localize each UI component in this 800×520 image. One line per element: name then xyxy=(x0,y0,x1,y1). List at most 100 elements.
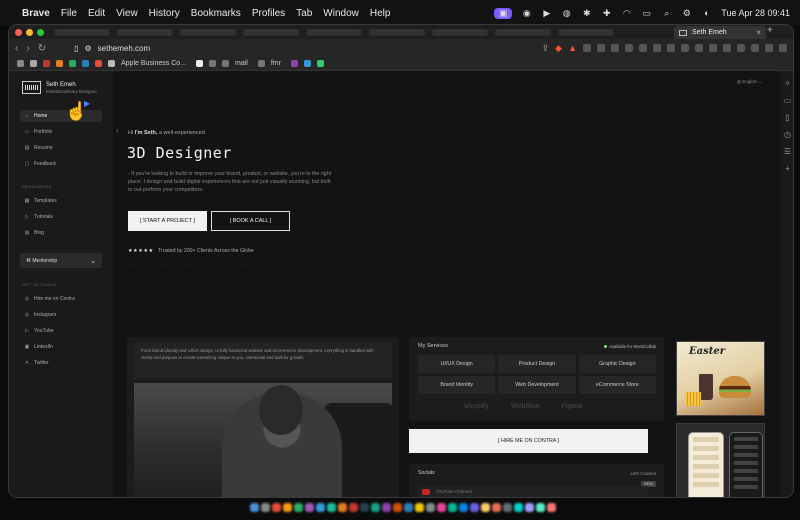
fullscreen-window-button[interactable] xyxy=(37,28,44,36)
sidebar-item-resume[interactable]: ▤ Resume xyxy=(20,142,102,154)
sidebar-item-twitter[interactable]: ✕ Twitter xyxy=(20,357,102,369)
battery-icon[interactable]: ▭ xyxy=(641,8,652,19)
sidebar-item-instagram[interactable]: ◎ Instagram xyxy=(20,309,102,321)
start-project-button[interactable]: [ START A PROJECT ] xyxy=(128,211,207,231)
bookmark-icon[interactable] xyxy=(95,60,102,67)
menu-profiles[interactable]: Profiles xyxy=(252,8,285,19)
sidebar-item-blog[interactable]: ▤ Blog xyxy=(20,227,102,239)
tab-blurred[interactable] xyxy=(243,28,299,36)
bookmark-mail[interactable]: mail xyxy=(235,60,248,67)
profile-header[interactable]: Seth Emeh Multidisciplinary Designer xyxy=(22,81,100,94)
clock[interactable]: Tue Apr 28 09:41 xyxy=(721,8,790,18)
menu-view[interactable]: View xyxy=(116,8,138,19)
extension-icon[interactable] xyxy=(681,44,689,52)
url-text[interactable]: sethemeh.com xyxy=(98,44,150,53)
menu-app-name[interactable]: Brave xyxy=(22,8,50,19)
bookmark-icon[interactable] xyxy=(17,60,24,67)
bookmark-fmr[interactable]: fmr xyxy=(271,60,281,67)
minimize-window-button[interactable] xyxy=(26,28,33,36)
sidebar-item-linkedin[interactable]: ▣ LinkedIn xyxy=(20,341,102,353)
extension-icon[interactable] xyxy=(583,44,591,52)
dock-app-icon[interactable] xyxy=(470,502,479,512)
tab-blurred[interactable] xyxy=(432,28,488,36)
extension-icon[interactable] xyxy=(611,44,619,52)
tab-blurred[interactable] xyxy=(306,28,362,36)
dock-app-icon[interactable] xyxy=(547,502,556,512)
dock-app-icon[interactable] xyxy=(426,502,435,512)
dock-app-icon[interactable] xyxy=(525,502,534,512)
dock-app-icon[interactable] xyxy=(272,502,281,512)
siri-icon[interactable]: ◐ xyxy=(701,8,712,19)
record-icon[interactable]: ◉ xyxy=(521,8,532,19)
tab-blurred[interactable] xyxy=(180,28,236,36)
close-tab-icon[interactable]: × xyxy=(756,28,761,37)
extension-icon[interactable] xyxy=(737,44,745,52)
collapse-sidebar-icon[interactable]: ‹ xyxy=(116,126,119,135)
dock-app-icon[interactable] xyxy=(492,502,501,512)
bookmarks-panel-icon[interactable]: ▯ xyxy=(785,113,789,122)
wifi-icon[interactable]: ◠ xyxy=(621,8,632,19)
extension-icon[interactable] xyxy=(625,44,633,52)
sidebar-item-feedback[interactable]: ▢ Feedback xyxy=(20,158,102,170)
app-mockup-thumbnail[interactable] xyxy=(676,423,765,497)
lets-connect-link[interactable]: Let's Connect xyxy=(631,471,656,476)
playlist-icon[interactable]: ☰ xyxy=(784,147,791,156)
service-uiux[interactable]: UI/UX Design xyxy=(418,355,496,373)
service-brand-identity[interactable]: Brand Identity xyxy=(418,376,496,394)
language-selector[interactable]: ◍ English ⌄ xyxy=(737,79,762,85)
dock-app-icon[interactable] xyxy=(360,502,369,512)
dock-app-icon[interactable] xyxy=(404,502,413,512)
service-graphic-design[interactable]: Graphic Design xyxy=(578,355,656,373)
hire-me-contra-button[interactable]: [ HIRE ME ON CONTRA ] xyxy=(409,429,648,453)
menu-help[interactable]: Help xyxy=(370,8,391,19)
menu-window[interactable]: Window xyxy=(323,8,359,19)
menu-file[interactable]: File xyxy=(61,8,77,19)
share-icon[interactable]: ⇪ xyxy=(542,43,550,54)
extension-icon[interactable] xyxy=(667,44,675,52)
dock-app-icon[interactable] xyxy=(371,502,380,512)
screen-recording-icon[interactable]: ▣ xyxy=(494,7,513,19)
bookmark-icon[interactable] xyxy=(195,60,203,67)
dock-app-icon[interactable] xyxy=(250,502,259,512)
bookmark-icon[interactable] xyxy=(290,60,298,67)
folder-icon[interactable] xyxy=(208,60,216,67)
menu-history[interactable]: History xyxy=(149,8,180,19)
sidebar-item-contra[interactable]: ◎ Hire me on Contra xyxy=(20,293,102,305)
folder-icon[interactable] xyxy=(257,60,265,67)
bluetooth-icon[interactable]: ✱ xyxy=(581,8,592,19)
dock-app-icon[interactable] xyxy=(536,502,545,512)
reload-icon[interactable]: ↻ xyxy=(38,43,46,54)
service-product-design[interactable]: Product Design xyxy=(498,355,576,373)
extension-icon[interactable] xyxy=(597,44,605,52)
active-tab[interactable]: Seth Emeh × xyxy=(674,26,766,39)
bookmark-icon[interactable] xyxy=(69,60,76,67)
back-icon[interactable]: ‹ xyxy=(15,43,18,54)
extension-icon[interactable] xyxy=(723,44,731,52)
menu-edit[interactable]: Edit xyxy=(88,8,105,19)
extension-icon[interactable] xyxy=(639,44,647,52)
brave-shields-icon[interactable]: ◆ xyxy=(555,43,562,54)
dock-app-icon[interactable] xyxy=(382,502,391,512)
dock-app-icon[interactable] xyxy=(481,502,490,512)
dock-app-icon[interactable] xyxy=(294,502,303,512)
add-panel-icon[interactable]: + xyxy=(785,164,790,173)
service-ecommerce[interactable]: eCommerce Store xyxy=(578,376,656,394)
new-tab-icon[interactable]: + xyxy=(767,25,773,36)
sidebar-item-tutorials[interactable]: ▷ Tutorials xyxy=(20,211,102,223)
extension-icon[interactable] xyxy=(765,44,773,52)
play-status-icon[interactable]: ▶ xyxy=(541,8,552,19)
apple-bookmark-icon[interactable] xyxy=(108,60,115,67)
history-icon[interactable]: ◷ xyxy=(784,130,791,139)
dock-app-icon[interactable] xyxy=(503,502,512,512)
close-window-button[interactable] xyxy=(15,28,22,36)
bookmark-icon[interactable] xyxy=(43,60,50,67)
tab-blurred[interactable] xyxy=(54,28,110,36)
menu-bookmarks[interactable]: Bookmarks xyxy=(191,8,241,19)
bookmark-page-icon[interactable]: ▯ xyxy=(74,44,78,53)
dock-app-icon[interactable] xyxy=(316,502,325,512)
add-icon[interactable]: ✚ xyxy=(601,8,612,19)
sidebar-item-youtube[interactable]: ▷ YouTube xyxy=(20,325,102,337)
tab-blurred[interactable] xyxy=(369,28,425,36)
ai-chat-icon[interactable]: ✧ xyxy=(784,79,791,88)
extension-icon[interactable] xyxy=(779,44,787,52)
